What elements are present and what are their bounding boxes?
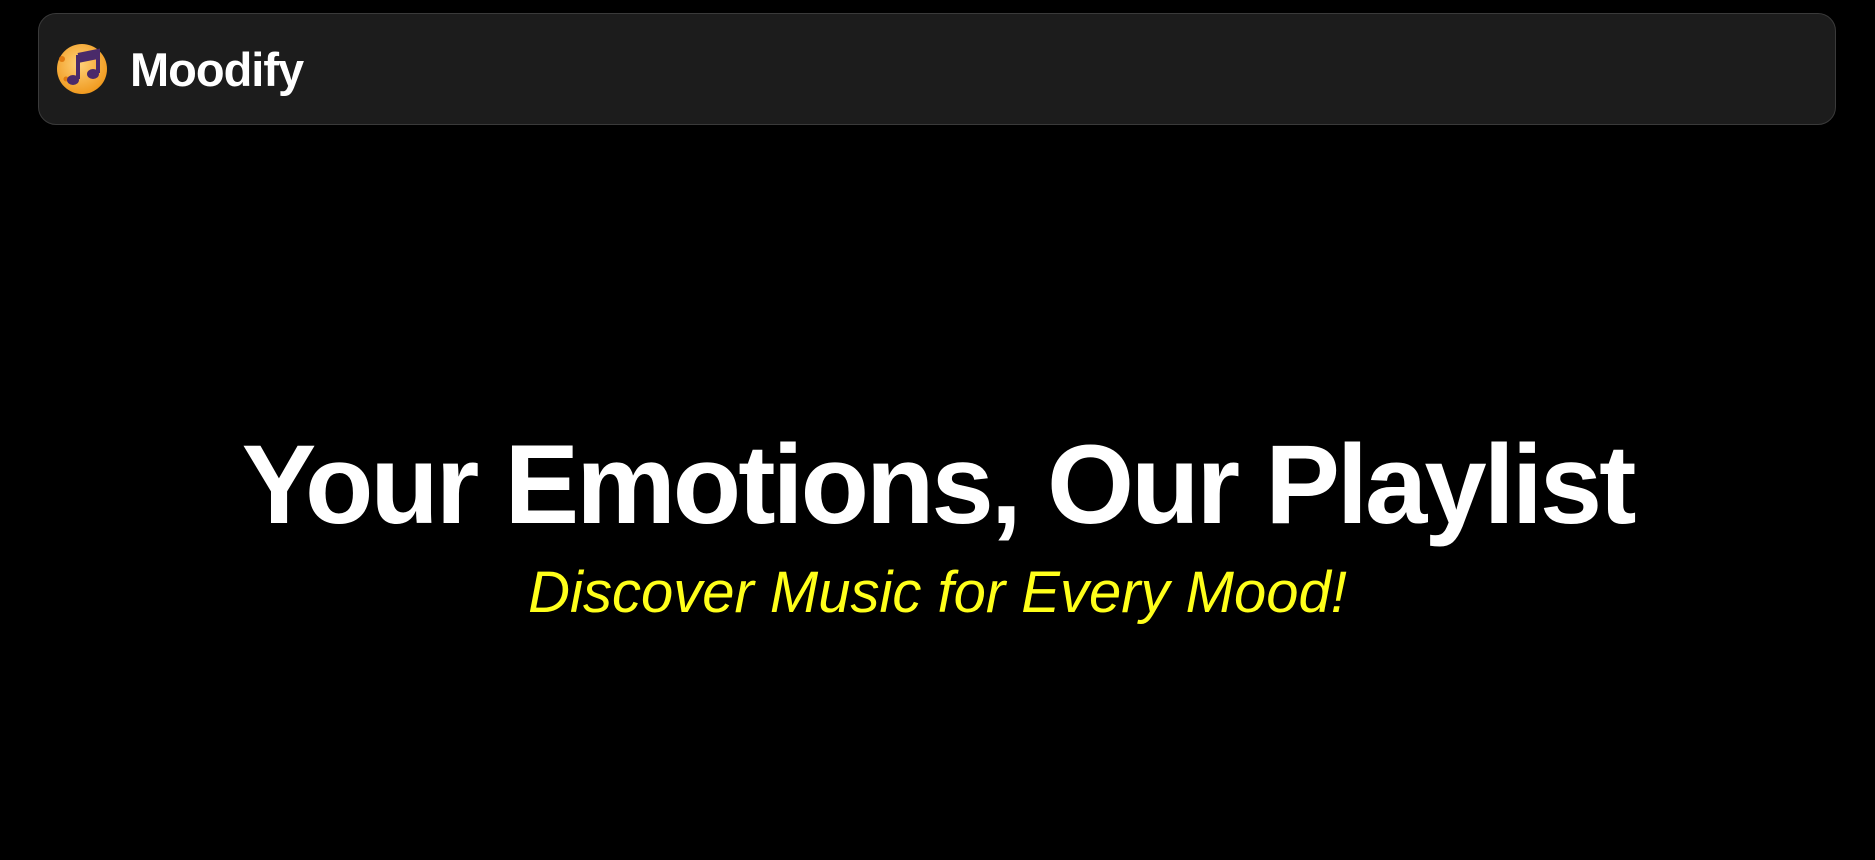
navbar: Moodify [38,13,1836,125]
brand-link[interactable]: Moodify [56,42,304,96]
hero-subtitle: Discover Music for Every Mood! [528,560,1347,625]
hero-title: Your Emotions, Our Playlist [241,422,1637,547]
music-note-disc-icon [57,44,107,94]
hero-section: Your Emotions, Our Playlist Discover Mus… [0,420,1875,628]
brand-name: Moodify [130,42,304,96]
